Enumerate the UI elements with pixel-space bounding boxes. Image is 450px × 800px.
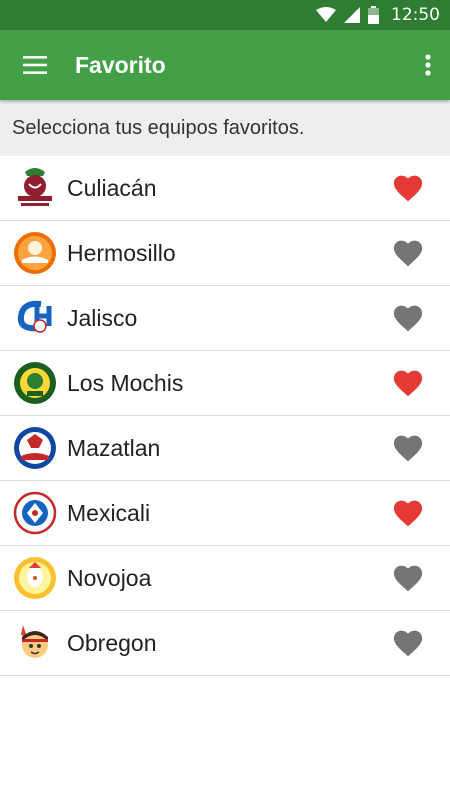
team-name: Novojoa xyxy=(67,564,152,591)
team-row-hermosillo[interactable]: Hermosillo xyxy=(0,221,450,286)
favorite-toggle[interactable] xyxy=(380,481,436,546)
team-row-novojoa[interactable]: Novojoa xyxy=(0,546,450,611)
novojoa-logo-icon xyxy=(13,556,57,600)
status-bar: 12:50 xyxy=(0,0,450,30)
hamburger-menu-icon xyxy=(23,56,47,74)
culiacan-logo-icon xyxy=(13,166,57,210)
los-mochis-logo-icon xyxy=(13,361,57,405)
menu-button[interactable] xyxy=(0,30,70,100)
heart-icon xyxy=(393,435,423,461)
favorite-toggle[interactable] xyxy=(380,156,436,221)
team-row-jalisco[interactable]: Jalisco xyxy=(0,286,450,351)
obregon-logo-icon xyxy=(13,621,57,665)
team-row-mexicali[interactable]: Mexicali xyxy=(0,481,450,546)
favorite-toggle[interactable] xyxy=(380,221,436,286)
heart-icon xyxy=(393,630,423,656)
overflow-menu-button[interactable] xyxy=(406,30,450,100)
team-row-mazatlan[interactable]: Mazatlan xyxy=(0,416,450,481)
heart-icon xyxy=(393,305,423,331)
favorite-toggle[interactable] xyxy=(380,611,436,676)
heart-icon xyxy=(393,565,423,591)
team-list: Culiacán Hermosillo Jalisco Los Mochis M… xyxy=(0,156,450,676)
team-row-obregon[interactable]: Obregon xyxy=(0,611,450,676)
instructions-text: Selecciona tus equipos favoritos. xyxy=(0,100,450,156)
battery-icon xyxy=(368,6,379,24)
wifi-icon xyxy=(316,7,336,22)
mazatlan-logo-icon xyxy=(13,426,57,470)
heart-icon xyxy=(393,500,423,526)
team-name: Jalisco xyxy=(67,304,138,331)
jalisco-logo-icon xyxy=(13,296,57,340)
hermosillo-logo-icon xyxy=(13,231,57,275)
heart-icon xyxy=(393,240,423,266)
more-vertical-icon xyxy=(425,54,431,76)
heart-icon xyxy=(393,175,423,201)
team-name: Hermosillo xyxy=(67,239,176,266)
favorite-toggle[interactable] xyxy=(380,546,436,611)
favorite-toggle[interactable] xyxy=(380,416,436,481)
mexicali-logo-icon xyxy=(13,491,57,535)
team-name: Los Mochis xyxy=(67,369,184,396)
team-row-culiacan[interactable]: Culiacán xyxy=(0,156,450,221)
status-time: 12:50 xyxy=(391,5,440,25)
signal-icon xyxy=(344,7,360,23)
team-name: Culiacán xyxy=(67,174,157,201)
team-name: Mazatlan xyxy=(67,434,161,461)
favorite-toggle[interactable] xyxy=(380,351,436,416)
heart-icon xyxy=(393,370,423,396)
page-title: Favorito xyxy=(75,51,166,78)
app-bar: Favorito xyxy=(0,30,450,100)
team-name: Obregon xyxy=(67,629,157,656)
favorite-toggle[interactable] xyxy=(380,286,436,351)
team-row-los-mochis[interactable]: Los Mochis xyxy=(0,351,450,416)
team-name: Mexicali xyxy=(67,499,151,526)
